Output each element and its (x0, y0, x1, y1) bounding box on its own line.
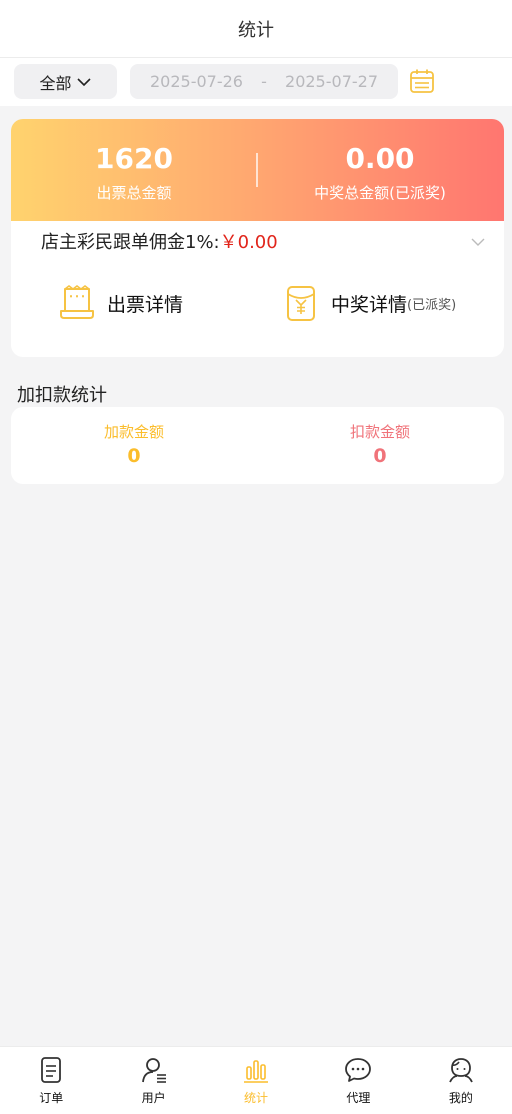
prize-total: 0.00 中奖总金额(已派奖) (257, 141, 503, 203)
scope-select-value: 全部 (39, 73, 72, 93)
ticket-total: 1620 出票总金额 (11, 141, 257, 203)
tab-orders-label: 订单 (39, 1091, 64, 1105)
start-date[interactable]: 2025-07-26 (150, 72, 243, 91)
add-amount[interactable]: 加款金额 0 (11, 421, 257, 469)
tab-profile[interactable]: 我的 (410, 1047, 512, 1114)
tab-agent-label: 代理 (346, 1091, 371, 1105)
detail-card: 店主彩民跟单佣金1%:￥0.00 出票详情 中奖详情 (已派奖) (11, 221, 504, 357)
tab-stats[interactable]: 统计 (205, 1047, 307, 1114)
tab-users-label: 用户 (141, 1091, 166, 1105)
ticket-total-value: 1620 (95, 142, 173, 175)
commission-amount: ￥0.00 (219, 232, 278, 253)
page-header: 统计 (0, 0, 512, 58)
chevron-down-icon[interactable] (469, 233, 487, 251)
scope-select[interactable]: 全部 (14, 64, 117, 99)
tab-profile-label: 我的 (448, 1091, 473, 1105)
adjustment-section-title: 加扣款统计 (17, 385, 107, 406)
add-amount-label: 加款金额 (103, 423, 164, 441)
tab-users[interactable]: 用户 (102, 1047, 204, 1114)
summary-card: 1620 出票总金额 0.00 中奖总金额(已派奖) (11, 119, 504, 221)
commission-row: 店主彩民跟单佣金1%:￥0.00 (41, 231, 278, 255)
ticket-detail-link[interactable]: 出票详情 (57, 283, 183, 323)
date-separator: - (261, 72, 267, 91)
agent-chat-icon (345, 1058, 372, 1082)
bottom-tab-bar: 订单 用户 统计 代理 我的 (0, 1046, 512, 1114)
order-icon (41, 1057, 62, 1083)
prize-detail-link[interactable]: 中奖详情 (已派奖) (281, 283, 456, 323)
prize-detail-label: 中奖详情 (331, 293, 408, 316)
deduct-amount[interactable]: 扣款金额 0 (257, 421, 503, 469)
calendar-icon[interactable] (408, 67, 436, 95)
ticket-detail-label: 出票详情 (107, 293, 184, 316)
prize-detail-note: (已派奖) (407, 297, 457, 313)
chevron-down-icon (76, 77, 91, 86)
date-range-picker[interactable]: 2025-07-26 - 2025-07-27 (130, 64, 398, 99)
deduct-amount-value: 0 (373, 445, 387, 467)
profile-icon (449, 1058, 473, 1083)
tab-stats-label: 统计 (244, 1091, 269, 1105)
deduct-amount-label: 扣款金额 (349, 423, 410, 441)
end-date[interactable]: 2025-07-27 (285, 72, 378, 91)
add-amount-value: 0 (127, 445, 141, 467)
prize-total-value: 0.00 (345, 142, 415, 175)
tab-agent[interactable]: 代理 (307, 1047, 409, 1114)
stats-icon (244, 1060, 269, 1083)
commission-label: 店主彩民跟单佣金1%: (41, 232, 220, 253)
tab-orders[interactable]: 订单 (0, 1047, 102, 1114)
prize-envelope-icon (287, 286, 315, 321)
ticket-total-label: 出票总金额 (96, 184, 172, 202)
ticket-icon (60, 285, 94, 319)
page-title: 统计 (238, 19, 274, 41)
filter-bar: 全部 2025-07-26 - 2025-07-27 (0, 58, 512, 106)
prize-total-label: 中奖总金额(已派奖) (314, 184, 446, 202)
adjustment-card: 加款金额 0 扣款金额 0 (11, 407, 504, 484)
user-icon (141, 1058, 166, 1083)
